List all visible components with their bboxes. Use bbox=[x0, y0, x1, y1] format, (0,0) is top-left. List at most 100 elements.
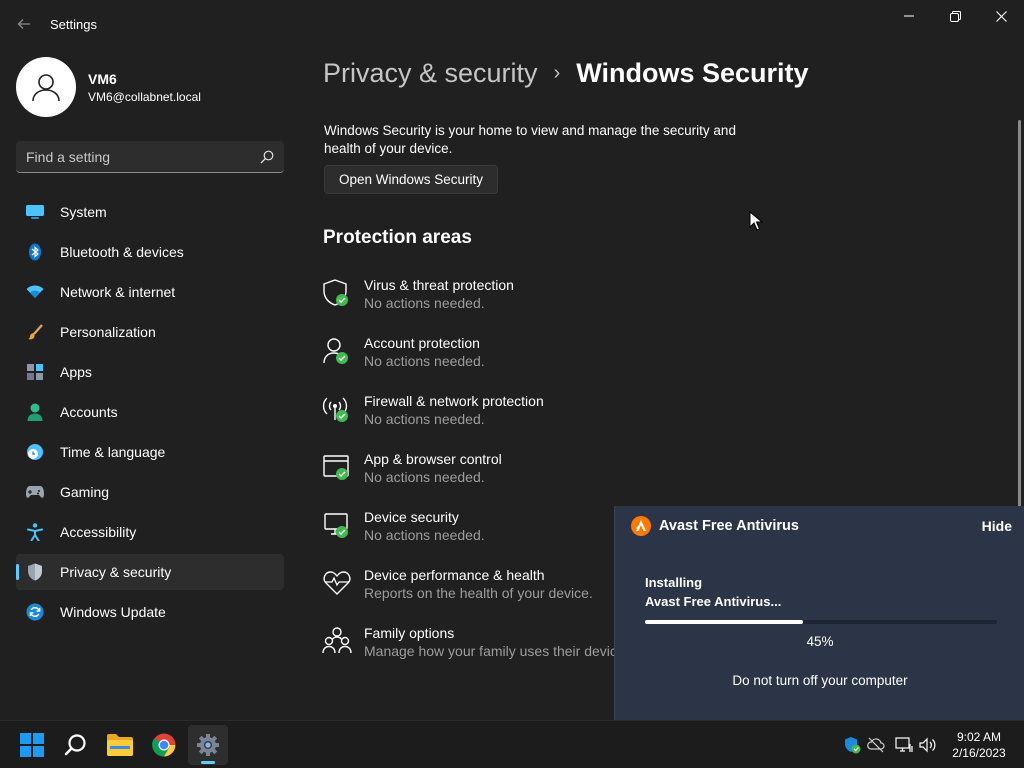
sidebar-item-apps[interactable]: Apps bbox=[16, 354, 284, 390]
sidebar-item-label: Personalization bbox=[60, 324, 156, 340]
install-status-line1: Installing bbox=[645, 575, 703, 590]
protection-areas-list: Virus & threat protection No actions nee… bbox=[322, 276, 617, 682]
restore-icon bbox=[949, 10, 961, 22]
progress-fill bbox=[645, 620, 804, 624]
sidebar-item-label: Network & internet bbox=[60, 284, 176, 300]
wifi-icon bbox=[26, 283, 44, 301]
list-item-virus-threat-protection[interactable]: Virus & threat protection No actions nee… bbox=[322, 276, 617, 334]
sidebar-item-label: Time & language bbox=[60, 444, 166, 460]
volume-icon bbox=[919, 737, 936, 753]
restore-button[interactable] bbox=[932, 0, 978, 32]
scrollbar[interactable] bbox=[1018, 120, 1021, 515]
chrome-icon bbox=[152, 733, 176, 757]
area-title: Family options bbox=[364, 625, 455, 641]
app-title: Settings bbox=[50, 17, 97, 32]
popup-note: Do not turn off your computer bbox=[732, 673, 908, 688]
sidebar-item-windows-update[interactable]: Windows Update bbox=[16, 594, 284, 630]
close-button[interactable] bbox=[978, 0, 1024, 32]
taskbar: 9:02 AM 2/16/2023 bbox=[0, 720, 1024, 768]
avatar bbox=[16, 57, 76, 117]
area-status: No actions needed. bbox=[364, 353, 485, 369]
area-status: No actions needed. bbox=[364, 295, 485, 311]
area-title: Device security bbox=[364, 509, 459, 525]
minimize-button[interactable] bbox=[886, 0, 932, 32]
area-title: Firewall & network protection bbox=[364, 393, 544, 409]
page-title: Windows Security bbox=[576, 58, 809, 88]
virus-shield-icon bbox=[322, 278, 352, 308]
popup-title: Avast Free Antivirus bbox=[659, 518, 799, 534]
network-tray-button[interactable] bbox=[866, 735, 886, 755]
folder-icon bbox=[107, 734, 133, 756]
list-item-device-security[interactable]: Device security No actions needed. bbox=[322, 508, 617, 566]
list-item-family-options[interactable]: Family options Manage how your family us… bbox=[322, 624, 617, 682]
sidebar-item-system[interactable]: System bbox=[16, 194, 284, 230]
list-item-account-protection[interactable]: Account protection No actions needed. bbox=[322, 334, 617, 392]
file-explorer-button[interactable] bbox=[100, 725, 140, 765]
chrome-button[interactable] bbox=[144, 725, 184, 765]
device-security-icon bbox=[322, 510, 352, 540]
app-browser-icon bbox=[322, 452, 352, 482]
area-status: No actions needed. bbox=[364, 411, 485, 427]
title-bar: Settings bbox=[0, 0, 1024, 48]
accessibility-icon bbox=[26, 523, 44, 541]
sidebar-item-privacy-security[interactable]: Privacy & security bbox=[16, 554, 284, 590]
list-item-device-performance-health[interactable]: Device performance & health Reports on t… bbox=[322, 566, 617, 624]
search-icon bbox=[64, 734, 86, 756]
sidebar-item-personalization[interactable]: Personalization bbox=[16, 314, 284, 350]
settings-button[interactable] bbox=[188, 725, 228, 765]
area-title: Virus & threat protection bbox=[364, 277, 514, 293]
list-item-firewall-network-protection[interactable]: Firewall & network protection No actions… bbox=[322, 392, 617, 450]
taskbar-search-button[interactable] bbox=[56, 725, 96, 765]
profile-email: VM6@collabnet.local bbox=[88, 89, 201, 104]
area-status: No actions needed. bbox=[364, 527, 485, 543]
taskbar-clock[interactable]: 9:02 AM 2/16/2023 bbox=[944, 729, 1014, 761]
bluetooth-icon bbox=[26, 243, 44, 261]
user-profile[interactable]: VM6 VM6@collabnet.local bbox=[16, 56, 201, 118]
area-status: Reports on the health of your device. bbox=[364, 585, 593, 601]
display-tray-button[interactable] bbox=[894, 735, 914, 755]
area-status: Manage how your family uses their devic bbox=[364, 643, 617, 659]
firewall-icon bbox=[322, 394, 352, 424]
sidebar-item-gaming[interactable]: Gaming bbox=[16, 474, 284, 510]
family-icon bbox=[322, 626, 352, 656]
start-button[interactable] bbox=[12, 725, 52, 765]
search-placeholder: Find a setting bbox=[26, 148, 111, 165]
sidebar-item-network[interactable]: Network & internet bbox=[16, 274, 284, 310]
chevron-right-icon: › bbox=[553, 62, 561, 84]
area-status: No actions needed. bbox=[364, 469, 485, 485]
sidebar-item-label: System bbox=[60, 204, 107, 220]
sidebar-item-label: Privacy & security bbox=[60, 564, 172, 580]
network-off-icon bbox=[867, 737, 885, 753]
gear-icon bbox=[197, 734, 219, 756]
search-input[interactable]: Find a setting bbox=[16, 141, 284, 173]
area-title: App & browser control bbox=[364, 451, 502, 467]
progress-bar bbox=[645, 620, 997, 624]
defender-tray-button[interactable] bbox=[842, 735, 862, 755]
windows-logo-icon bbox=[20, 733, 44, 757]
arrow-left-icon bbox=[17, 19, 30, 29]
close-icon bbox=[995, 10, 1007, 22]
sidebar-item-bluetooth[interactable]: Bluetooth & devices bbox=[16, 234, 284, 270]
update-icon bbox=[26, 603, 44, 621]
avast-install-popup: Avast Free Antivirus Hide Installing Ava… bbox=[614, 506, 1024, 720]
volume-tray-button[interactable] bbox=[918, 735, 938, 755]
sidebar-item-time-language[interactable]: Time & language bbox=[16, 434, 284, 470]
breadcrumb-parent[interactable]: Privacy & security bbox=[323, 58, 538, 89]
progress-percent: 45% bbox=[806, 634, 834, 649]
back-button[interactable] bbox=[10, 12, 38, 36]
sidebar-item-accessibility[interactable]: Accessibility bbox=[16, 514, 284, 550]
clock-globe-icon bbox=[26, 443, 44, 461]
sidebar-item-label: Windows Update bbox=[60, 604, 166, 620]
mouse-cursor-icon bbox=[749, 211, 763, 231]
list-item-app-browser-control[interactable]: App & browser control No actions needed. bbox=[322, 450, 617, 508]
avast-logo-icon bbox=[631, 516, 651, 536]
sidebar-item-accounts[interactable]: Accounts bbox=[16, 394, 284, 430]
clock-date: 2/16/2023 bbox=[952, 746, 1006, 760]
sidebar-item-label: Bluetooth & devices bbox=[60, 244, 184, 260]
area-title: Device performance & health bbox=[364, 567, 545, 583]
sidebar-item-label: Gaming bbox=[60, 484, 110, 500]
open-windows-security-button[interactable]: Open Windows Security bbox=[324, 165, 498, 194]
search-icon[interactable] bbox=[260, 150, 274, 164]
hide-button[interactable]: Hide bbox=[982, 518, 1012, 534]
monitor-icon bbox=[895, 737, 913, 752]
